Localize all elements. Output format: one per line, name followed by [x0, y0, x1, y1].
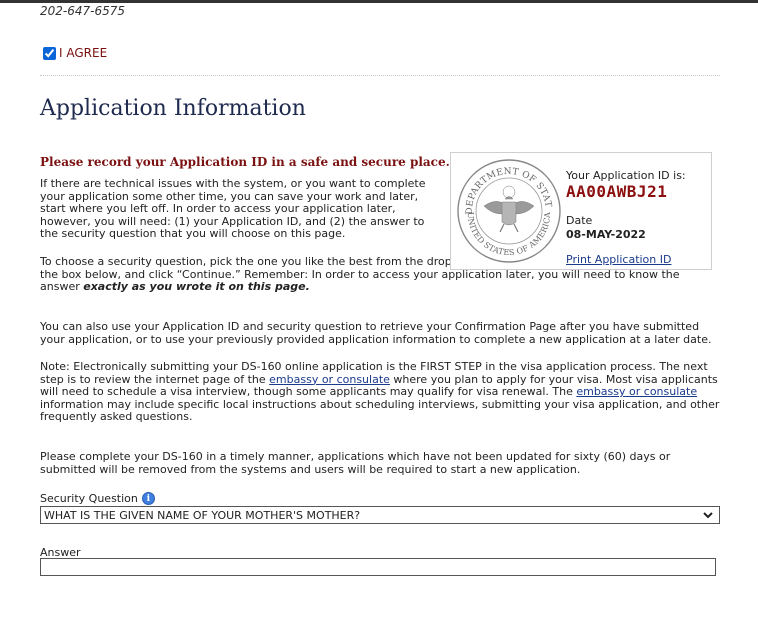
- paragraph-technical-issues: If there are technical issues with the s…: [40, 177, 426, 241]
- application-id-value: AA00AWBJ21: [566, 182, 668, 201]
- page-title: Application Information: [40, 96, 306, 121]
- embassy-link-2[interactable]: embassy or consulate: [576, 385, 697, 398]
- note-text-c: information may include specific local i…: [40, 397, 720, 424]
- paragraph-timely: Please complete your DS-160 in a timely …: [40, 450, 671, 476]
- agree-checkbox-row[interactable]: I AGREE: [43, 46, 107, 60]
- embassy-link-1[interactable]: embassy or consulate: [269, 373, 390, 386]
- date-label: Date: [566, 214, 593, 227]
- paragraph-note: Note: Electronically submitting your DS-…: [40, 360, 720, 424]
- phone-number: 202-647-6575: [40, 4, 126, 18]
- department-of-state-seal: DEPARTMENT OF STATE UNITED STATES OF AME…: [456, 158, 561, 263]
- record-heading: Please record your Application ID in a s…: [40, 155, 450, 169]
- date-value: 08-MAY-2022: [566, 228, 646, 241]
- divider: [40, 75, 720, 76]
- security-question-select[interactable]: WHAT IS THE GIVEN NAME OF YOUR MOTHER'S …: [40, 506, 720, 524]
- agree-checkbox[interactable]: [43, 46, 56, 60]
- paragraph-retrieve: You can also use your Application ID and…: [40, 320, 712, 346]
- top-bar: [0, 0, 758, 3]
- security-question-selected: WHAT IS THE GIVEN NAME OF YOUR MOTHER'S …: [44, 508, 361, 522]
- application-id-label: Your Application ID is:: [566, 169, 686, 182]
- security-question-label: Security Question: [40, 492, 138, 505]
- chevron-down-icon: [703, 512, 713, 519]
- agree-label: I AGREE: [59, 46, 108, 60]
- application-id-box: DEPARTMENT OF STATE UNITED STATES OF AME…: [450, 152, 712, 270]
- info-icon[interactable]: i: [141, 492, 155, 505]
- paragraph-security-emphasis: exactly as you wrote it on this page.: [83, 280, 310, 294]
- security-question-label-row: Security Question i: [40, 492, 155, 505]
- print-application-id-link[interactable]: Print Application ID: [566, 253, 671, 266]
- answer-input[interactable]: [40, 558, 716, 576]
